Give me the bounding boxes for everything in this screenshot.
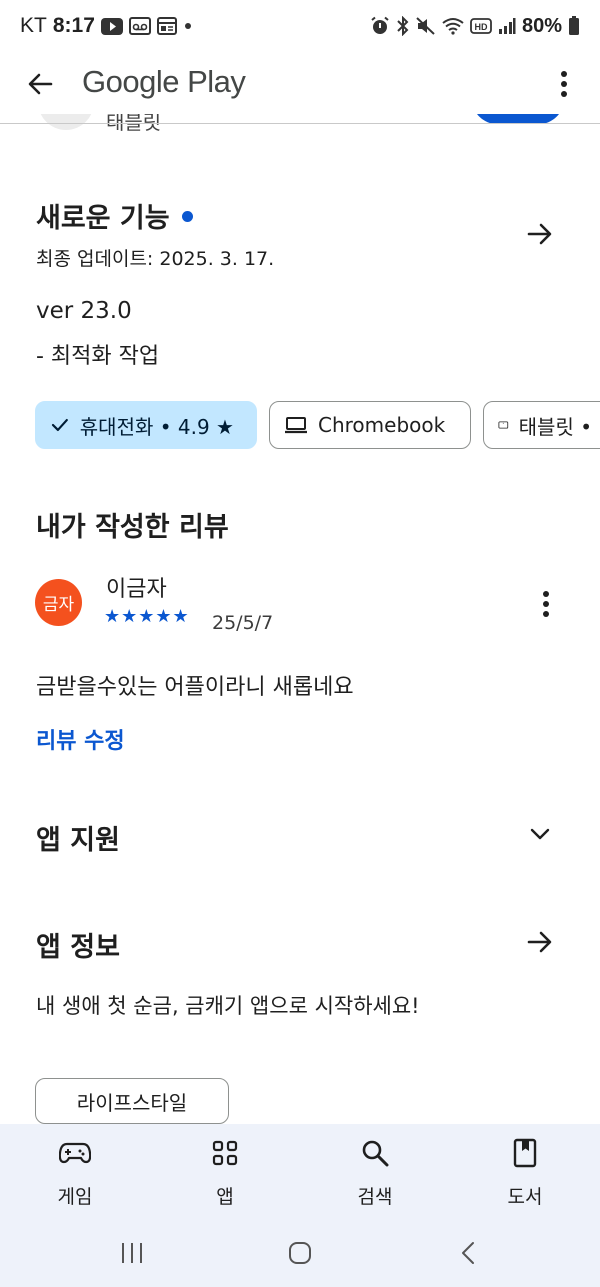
edit-review-link[interactable]: 리뷰 수정: [36, 723, 125, 755]
more-vert-icon: [561, 71, 567, 97]
hd-voice-icon: HD: [470, 17, 492, 35]
nav-games[interactable]: 게임: [25, 1136, 125, 1216]
carrier-label: KT: [20, 14, 47, 37]
more-options-button[interactable]: [552, 66, 576, 102]
whats-new-title: 새로운 기능: [36, 203, 170, 234]
app-bar: Google Play: [0, 52, 600, 114]
search-icon: [358, 1136, 392, 1170]
chip-tablet[interactable]: 태블릿 •: [483, 401, 600, 449]
check-icon: [51, 418, 68, 432]
last-updated-text: 최종 업데이트: 2025. 3. 17.: [36, 248, 275, 270]
gamepad-icon: [58, 1136, 92, 1170]
review-options-button[interactable]: [532, 588, 560, 620]
review-text: 금받을수있는 어플이라니 새롭네요: [36, 675, 354, 700]
home-button[interactable]: [280, 1238, 320, 1268]
signal-icon: [498, 17, 516, 35]
more-vert-icon: [543, 591, 549, 617]
recents-icon: [122, 1243, 142, 1263]
laptop-icon: [285, 417, 307, 434]
apps-grid-icon: [208, 1136, 242, 1170]
more-notifications-dot-icon: [183, 21, 193, 31]
chevron-down-icon: [530, 828, 550, 840]
back-button[interactable]: [22, 66, 58, 102]
nav-search-label: 검색: [357, 1186, 393, 1208]
app-title: Google Play: [82, 64, 246, 99]
system-back-button[interactable]: [448, 1238, 488, 1268]
new-indicator-dot: [181, 211, 193, 222]
star-rating: ★★★★★: [104, 606, 190, 627]
voicemail-notification-icon: [128, 17, 151, 35]
nav-books-label: 도서: [507, 1186, 543, 1208]
wifi-icon: [442, 17, 464, 35]
nav-apps-label: 앱: [216, 1186, 234, 1208]
svg-text:HD: HD: [474, 22, 487, 32]
avatar: 금자: [35, 579, 82, 626]
nav-books[interactable]: 도서: [475, 1136, 575, 1216]
device-filter-chips: 휴대전화 • 4.9 ★ Chromebook 태블릿 •: [35, 401, 600, 449]
review-date: 25/5/7: [212, 612, 274, 634]
tablet-icon: [498, 421, 509, 429]
chip-chromebook[interactable]: Chromebook: [269, 401, 471, 449]
previous-row-label: 태블릿: [106, 114, 162, 134]
book-icon: [508, 1136, 542, 1170]
chip-phone[interactable]: 휴대전화 • 4.9 ★: [35, 401, 257, 449]
release-note-text: - 최적화 작업: [36, 344, 160, 369]
nav-apps[interactable]: 앱: [175, 1136, 275, 1216]
news-notification-icon: [156, 17, 177, 35]
reviewer-name: 이금자: [106, 577, 167, 602]
chip-tablet-label: 태블릿 •: [518, 414, 592, 439]
whats-new-header[interactable]: 새로운 기능: [36, 196, 193, 235]
previous-row-clipped: 태블릿: [0, 114, 600, 140]
arrow-back-icon: [28, 73, 53, 95]
version-text: ver 23.0: [36, 298, 132, 324]
chip-phone-label: 휴대전화 • 4.9 ★: [79, 414, 234, 439]
battery-icon: [568, 16, 580, 36]
recent-apps-button[interactable]: [112, 1238, 152, 1268]
about-app-description: 내 생애 첫 순금, 금캐기 앱으로 시작하세요!: [36, 994, 420, 1018]
bluetooth-icon: [396, 16, 410, 36]
clock: 8:17: [52, 14, 95, 37]
home-icon: [289, 1242, 311, 1264]
app-support-expand-button[interactable]: [522, 816, 558, 852]
chevron-left-icon: [462, 1242, 474, 1264]
about-app-arrow-button[interactable]: [522, 924, 558, 960]
category-tag-chip[interactable]: 라이프스타일: [35, 1078, 229, 1124]
nav-search[interactable]: 검색: [325, 1136, 425, 1216]
system-navigation-bar: [0, 1228, 600, 1276]
app-support-title[interactable]: 앱 지원: [36, 818, 120, 857]
my-review-title: 내가 작성한 리뷰: [36, 512, 229, 543]
status-bar: KT 8:17 HD 80%: [0, 0, 600, 52]
youtube-notification-icon: [100, 17, 123, 35]
about-app-title[interactable]: 앱 정보: [36, 925, 120, 964]
nav-games-label: 게임: [57, 1186, 93, 1208]
alarm-icon: [370, 16, 390, 36]
whats-new-arrow-button[interactable]: [522, 216, 558, 252]
arrow-forward-icon: [527, 223, 552, 245]
mute-icon: [416, 16, 436, 36]
battery-percentage: 80%: [521, 14, 562, 37]
arrow-forward-icon: [527, 931, 552, 953]
chip-chromebook-label: Chromebook: [318, 413, 446, 437]
app-bar-divider: [0, 123, 600, 124]
app-icon: [38, 114, 94, 130]
